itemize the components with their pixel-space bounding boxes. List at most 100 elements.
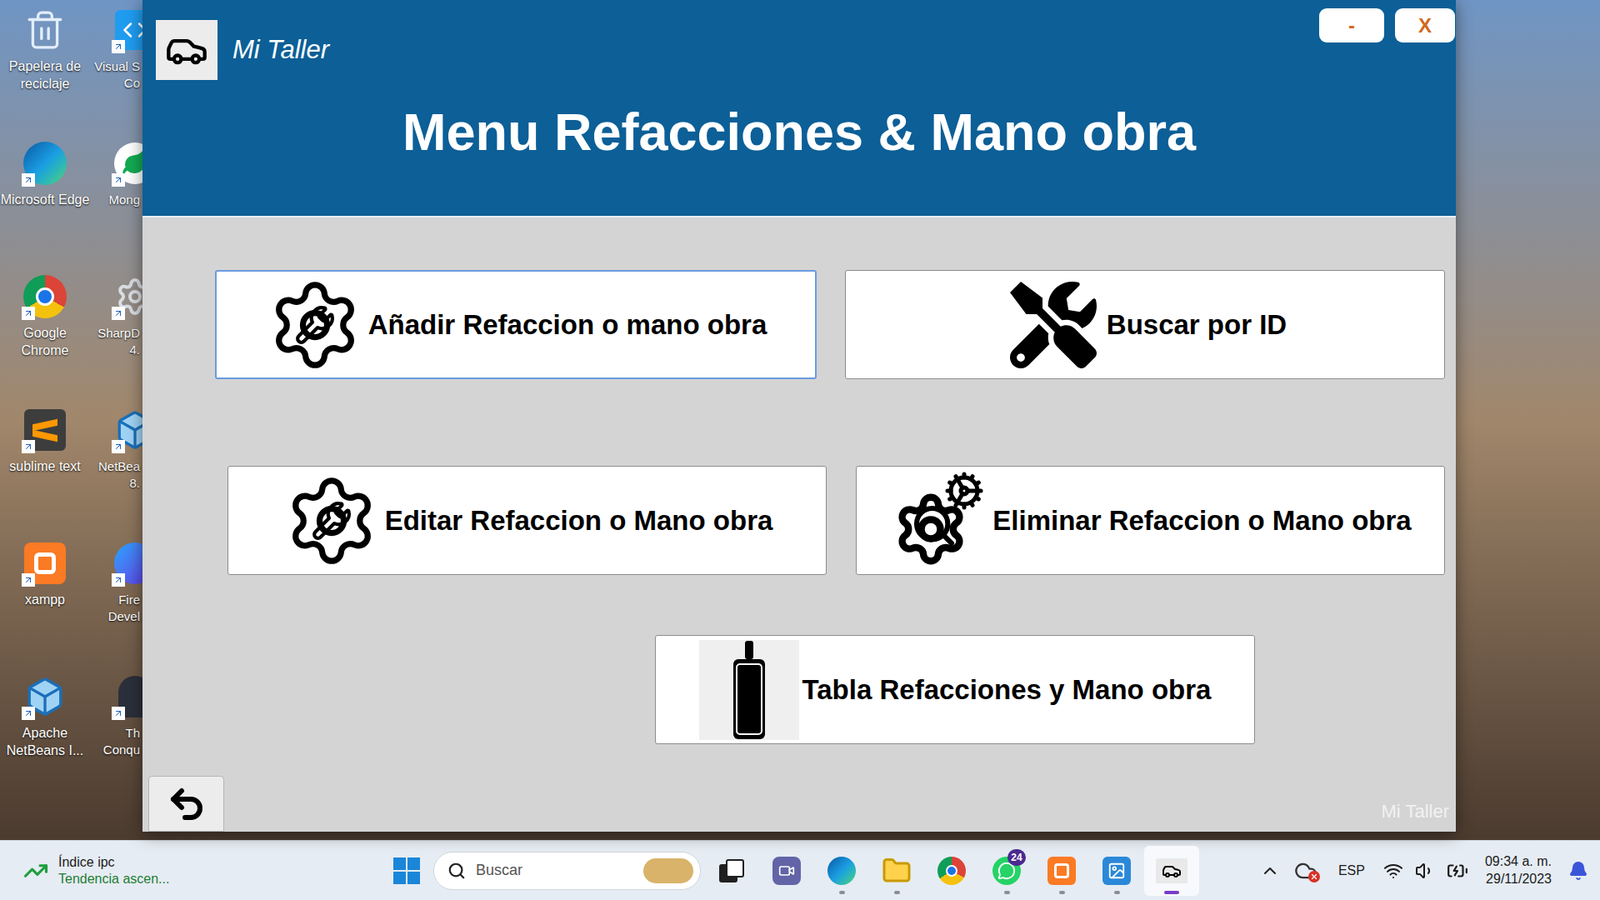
menu-row: Añadir Refaccion o mano obra Buscar por I… <box>142 270 1456 380</box>
desktop-icon[interactable]: xampp <box>0 533 90 667</box>
desktop-icon-label: xampp <box>25 591 65 610</box>
start-button[interactable] <box>385 849 429 893</box>
app-badge: 24 <box>1007 849 1026 866</box>
window-header: Mi Taller-XMenu Refacciones & Mano obra <box>142 0 1456 218</box>
menu-button-label: Eliminar Refaccion o Mano obra <box>992 500 1411 542</box>
language-indicator[interactable]: ESP <box>1331 860 1372 881</box>
xampp-icon <box>1047 856 1076 885</box>
desktop-screen: Papelera de reciclaje Microsoft Edge Googl… <box>0 0 1600 900</box>
desktop-icon[interactable]: sublime text <box>0 400 90 534</box>
clock-time: 09:34 a. m. <box>1485 853 1552 871</box>
bottle-icon <box>699 640 800 740</box>
desktop-column: Visual S Co Mong SharpD 4. NetBea 8. Fire De… <box>90 0 140 800</box>
taskbar-app[interactable]: 24 <box>979 845 1035 896</box>
system-tray: ESP 09:34 a. m.29/11/2023 <box>1260 853 1600 889</box>
running-indicator <box>1114 890 1120 895</box>
menu-button[interactable]: Eliminar Refaccion o Mano obra <box>855 465 1445 575</box>
app-window: Mi Taller -X Menu Refacciones & Mano obra A… <box>142 0 1456 832</box>
gear-wrench-icon <box>265 275 365 375</box>
gear-wrench-icon <box>281 470 382 571</box>
shortcut-arrow-icon <box>21 440 35 454</box>
menu-button-label: Añadir Refaccion o mano obra <box>368 304 768 346</box>
taskbar: Índice ipcTendencia ascen... Buscar 24 ESP 0… <box>0 840 1600 900</box>
desktop-icon[interactable]: Google Chrome <box>0 266 90 400</box>
show-hidden-icon[interactable] <box>1260 860 1280 881</box>
shortcut-arrow-icon <box>111 573 125 587</box>
menu-button-label: Buscar por ID <box>1106 304 1287 346</box>
car-logo-icon <box>1155 858 1188 884</box>
window-body: Añadir Refaccion o mano obra Buscar por I… <box>142 217 1456 832</box>
edge-icon <box>827 856 856 885</box>
menu-row: Tabla Refacciones y Mano obra <box>142 635 1456 745</box>
running-indicator <box>1004 890 1010 895</box>
desktop-icon[interactable]: Th Conqu <box>90 666 140 800</box>
search-placeholder: Buscar <box>475 859 634 882</box>
task-view-icon <box>719 859 745 883</box>
taskbar-app[interactable] <box>1144 845 1200 896</box>
photos-icon <box>1102 856 1131 885</box>
tools-icon <box>1003 275 1104 375</box>
taskbar-app[interactable] <box>924 845 980 896</box>
desktop-icon-label: Fire Devel <box>90 591 140 625</box>
desktop-icon[interactable]: Mong <box>90 133 140 267</box>
menu-heading: Menu Refacciones & Mano obra <box>142 103 1456 161</box>
taskbar-app[interactable] <box>1089 845 1145 896</box>
close-button[interactable]: X <box>1395 8 1455 43</box>
taskbar-app[interactable] <box>759 845 815 896</box>
menu-button[interactable]: Buscar por ID <box>845 270 1445 380</box>
wifi-icon[interactable] <box>1383 860 1404 881</box>
desktop-icon[interactable]: SharpD 4. <box>90 266 140 400</box>
desktop-icon[interactable]: Fire Devel <box>90 533 140 667</box>
desktop-icon-label: Microsoft Edge <box>0 191 90 210</box>
taskbar-app[interactable] <box>869 845 925 896</box>
app-logo-icon <box>155 20 218 80</box>
news-widget[interactable]: Índice ipcTendencia ascen... <box>0 854 385 888</box>
desktop-icon[interactable]: Papelera de reciclaje <box>0 0 90 134</box>
menu-button[interactable]: Tabla Refacciones y Mano obra <box>655 635 1255 745</box>
desktop-icon[interactable]: Microsoft Edge <box>0 133 90 267</box>
taskbar-app[interactable] <box>704 845 760 896</box>
trend-icon <box>23 858 49 884</box>
shortcut-arrow-icon <box>21 706 35 720</box>
volume-icon[interactable] <box>1415 860 1435 881</box>
desktop-icon-label: SharpD 4. <box>90 325 140 358</box>
desktop-icon[interactable]: Visual S Co <box>90 0 140 134</box>
shortcut-arrow-icon <box>111 706 125 720</box>
back-arrow-icon <box>166 784 207 825</box>
shortcut-arrow-icon <box>111 40 125 54</box>
notification-icon[interactable] <box>1568 860 1589 881</box>
shortcut-arrow-icon <box>111 173 125 187</box>
shortcut-arrow-icon <box>21 573 35 587</box>
search-icon <box>447 861 466 880</box>
menu-button[interactable]: Editar Refaccion o Mano obra <box>227 465 827 575</box>
taskbar-app[interactable] <box>1034 845 1090 896</box>
running-indicator <box>839 890 845 895</box>
window-footer: Mi Taller <box>1380 797 1450 825</box>
widget-title: Índice ipc <box>58 854 170 871</box>
desktop-icon[interactable]: NetBea 8. <box>90 400 140 534</box>
folder-icon <box>881 855 912 886</box>
desktop: Papelera de reciclaje Microsoft Edge Googl… <box>0 0 1600 840</box>
running-indicator <box>894 890 900 895</box>
shortcut-arrow-icon <box>111 306 125 320</box>
menu-button[interactable]: Añadir Refaccion o mano obra <box>215 270 817 380</box>
shortcut-arrow-icon <box>21 173 35 187</box>
window-bottom: Mi Taller <box>142 775 1456 832</box>
clock[interactable]: 09:34 a. m.29/11/2023 <box>1480 853 1557 889</box>
desktop-icon-label: Th Conqu <box>90 725 140 758</box>
taskbar-search[interactable]: Buscar <box>433 851 701 890</box>
desktop-icon[interactable]: Apache NetBeans I... <box>0 666 90 800</box>
search-doodle-image <box>643 858 694 884</box>
shortcut-arrow-icon <box>21 306 35 320</box>
gear-search-icon <box>889 470 990 571</box>
taskbar-app[interactable] <box>814 845 870 896</box>
minimize-button[interactable]: - <box>1319 8 1385 43</box>
menu-row: Editar Refaccion o Mano obra Eliminar Ref… <box>142 465 1456 575</box>
desktop-icon-label: Apache NetBeans I... <box>0 725 90 760</box>
taskbar-apps: 24 <box>704 845 1200 896</box>
onedrive-icon[interactable] <box>1291 859 1320 883</box>
back-button[interactable] <box>148 775 225 832</box>
desktop-icon-label: Visual S Co <box>90 58 140 91</box>
windows-logo-icon <box>393 857 420 885</box>
battery-icon[interactable] <box>1446 860 1469 882</box>
